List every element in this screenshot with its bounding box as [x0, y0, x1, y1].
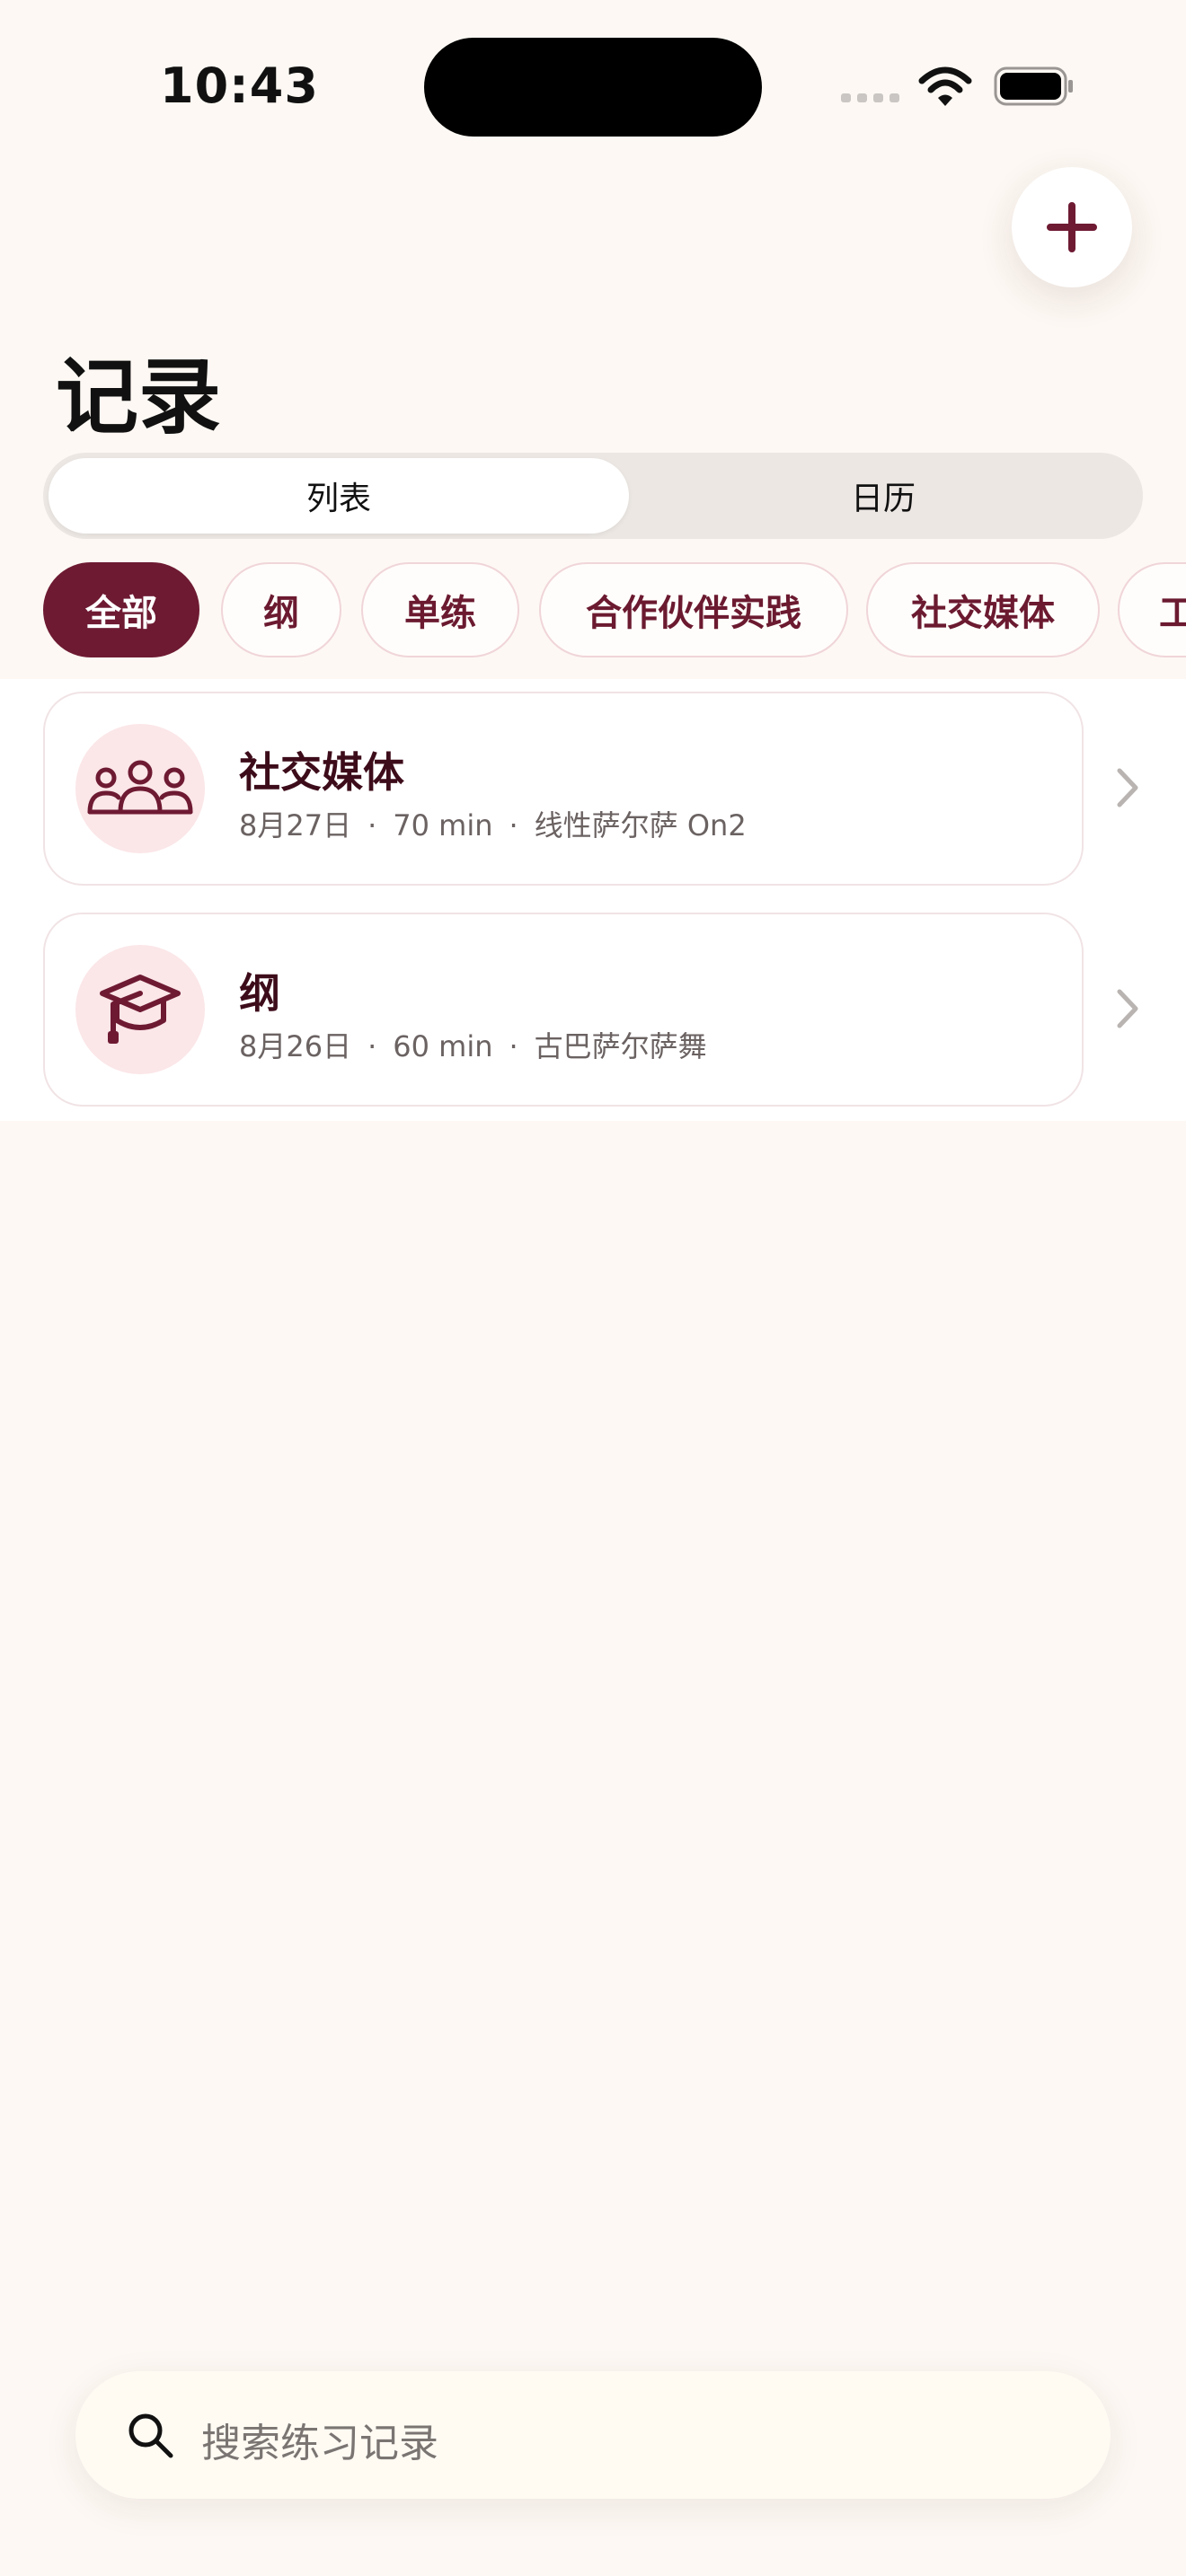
meta-separator: · [509, 1029, 518, 1063]
record-meta: 8月26日 · 60 min · 古巴萨尔萨舞 [239, 1024, 707, 1065]
status-time: 10:43 [160, 57, 319, 114]
filter-chip-solo[interactable]: 单练 [361, 562, 519, 657]
search-icon [128, 2413, 173, 2458]
filter-chip-syllabus[interactable]: 纲 [221, 562, 341, 657]
record-style: 古巴萨尔萨舞 [534, 1029, 707, 1063]
record-icon-container [75, 724, 205, 853]
graduation-cap-icon [100, 975, 181, 1044]
meta-separator: · [367, 808, 377, 842]
tab-calendar[interactable]: 日历 [629, 458, 1137, 534]
record-meta: 8月27日 · 70 min · 线性萨尔萨 On2 [239, 803, 747, 844]
wifi-icon [918, 66, 972, 106]
battery-icon [994, 66, 1073, 106]
status-bar: 10:43 [0, 0, 1186, 171]
search-placeholder: 搜索练习记录 [201, 2421, 438, 2466]
record-icon-container [75, 945, 205, 1074]
record-date: 8月27日 [239, 808, 352, 842]
page-title: 记录 [56, 349, 222, 446]
record-title: 社交媒体 [239, 748, 404, 797]
people-group-icon [87, 760, 193, 815]
view-toggle: 列表 日历 [43, 453, 1143, 539]
record-style: 线性萨尔萨 On2 [534, 808, 747, 842]
cellular-signal-icon [841, 93, 899, 102]
filter-chip-partner-practice[interactable]: 合作伙伴实践 [539, 562, 848, 657]
chevron-right-icon[interactable] [1112, 765, 1143, 810]
filter-chips: 全部 纲 单练 合作伙伴实践 社交媒体 工 [43, 562, 1186, 661]
tab-list[interactable]: 列表 [49, 458, 629, 534]
filter-chip-social[interactable]: 社交媒体 [866, 562, 1100, 657]
record-card[interactable]: 社交媒体 8月27日 · 70 min · 线性萨尔萨 On2 [43, 692, 1084, 886]
filter-chip-all[interactable]: 全部 [43, 562, 199, 657]
dynamic-island [424, 38, 762, 137]
search-input[interactable]: 搜索练习记录 [75, 2371, 1111, 2499]
records-list: 社交媒体 8月27日 · 70 min · 线性萨尔萨 On2 纲 8月26日 · 60 m… [0, 679, 1186, 1121]
record-card[interactable]: 纲 8月26日 · 60 min · 古巴萨尔萨舞 [43, 913, 1084, 1107]
record-duration: 60 min [393, 1029, 493, 1063]
record-duration: 70 min [393, 808, 493, 842]
meta-separator: · [367, 1029, 377, 1063]
add-record-button[interactable] [1012, 167, 1132, 287]
filter-chip-partial[interactable]: 工 [1118, 562, 1186, 657]
record-title: 纲 [239, 969, 280, 1018]
chevron-right-icon[interactable] [1112, 986, 1143, 1031]
meta-separator: · [509, 808, 518, 842]
plus-icon [1047, 202, 1097, 252]
record-date: 8月26日 [239, 1029, 352, 1063]
